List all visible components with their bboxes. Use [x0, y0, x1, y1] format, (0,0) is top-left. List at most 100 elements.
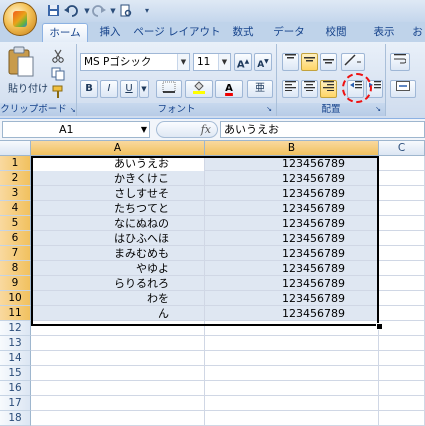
tab-data[interactable]: データ — [269, 23, 309, 42]
borders-button[interactable] — [156, 80, 182, 98]
cell-c[interactable] — [379, 246, 425, 261]
cell-c[interactable] — [379, 366, 425, 381]
cell-c[interactable] — [379, 381, 425, 396]
phonetic-button[interactable]: 亜 — [247, 80, 273, 98]
cell-a[interactable] — [31, 321, 205, 336]
align-bottom-button[interactable] — [320, 53, 337, 71]
cell-b[interactable] — [205, 336, 379, 351]
align-right-button[interactable] — [320, 80, 337, 98]
cell-c[interactable] — [379, 291, 425, 306]
tab-view[interactable]: 表示 — [364, 23, 404, 42]
bold-button[interactable]: B — [80, 80, 98, 98]
row-header[interactable]: 8 — [0, 261, 31, 276]
cell-b[interactable]: 123456789 — [205, 246, 379, 261]
save-icon[interactable] — [46, 4, 60, 18]
cell-a[interactable]: なにぬねの — [31, 216, 205, 231]
tab-formulas[interactable]: 数式 — [225, 23, 261, 42]
cell-c[interactable] — [379, 261, 425, 276]
cell-b[interactable]: 123456789 — [205, 231, 379, 246]
row-header[interactable]: 1 — [0, 156, 31, 171]
name-box[interactable]: A1 ▼ — [2, 121, 150, 138]
chevron-down-icon[interactable]: ▼ — [218, 54, 230, 70]
cell-c[interactable] — [379, 276, 425, 291]
cell-c[interactable] — [379, 321, 425, 336]
row-header[interactable]: 9 — [0, 276, 31, 291]
office-button[interactable] — [3, 2, 37, 36]
align-top-button[interactable] — [282, 53, 299, 71]
row-header[interactable]: 17 — [0, 396, 31, 411]
dialog-launcher-icon[interactable]: ↘ — [266, 103, 272, 116]
column-header-a[interactable]: A — [31, 141, 205, 156]
underline-button[interactable]: U — [120, 80, 138, 98]
cell-c[interactable] — [379, 186, 425, 201]
cell-b[interactable]: 123456789 — [205, 156, 379, 171]
cell-a[interactable]: かきくけこ — [31, 171, 205, 186]
column-header-c[interactable]: C — [379, 141, 425, 156]
orientation-button[interactable] — [341, 53, 365, 71]
font-color-button[interactable]: A — [215, 80, 243, 98]
dialog-launcher-icon[interactable]: ↘ — [375, 103, 381, 116]
paste-label[interactable]: 貼り付け — [8, 80, 48, 95]
cell-b[interactable] — [205, 366, 379, 381]
redo-icon[interactable] — [92, 4, 106, 18]
chevron-down-icon[interactable]: ▼ — [141, 122, 147, 137]
insert-function-pill[interactable]: fx — [156, 121, 218, 138]
cell-b[interactable] — [205, 411, 379, 426]
cell-c[interactable] — [379, 201, 425, 216]
customize-icon[interactable]: ▾ — [140, 4, 154, 18]
chevron-down-icon[interactable]: ▼ — [177, 54, 189, 70]
merge-center-button[interactable] — [390, 80, 416, 98]
cell-a[interactable]: さしすせそ — [31, 186, 205, 201]
cell-b[interactable]: 123456789 — [205, 261, 379, 276]
fill-color-button[interactable] — [185, 80, 213, 98]
underline-dropdown-icon[interactable]: ▼ — [139, 80, 149, 98]
cell-c[interactable] — [379, 156, 425, 171]
cell-c[interactable] — [379, 351, 425, 366]
cell-a[interactable]: やゆよ — [31, 261, 205, 276]
row-header[interactable]: 7 — [0, 246, 31, 261]
cell-b[interactable]: 123456789 — [205, 201, 379, 216]
dialog-launcher-icon[interactable]: ↘ — [70, 106, 76, 114]
row-header[interactable]: 3 — [0, 186, 31, 201]
cell-b[interactable]: 123456789 — [205, 306, 379, 321]
cell-a[interactable] — [31, 396, 205, 411]
row-header[interactable]: 14 — [0, 351, 31, 366]
cell-b[interactable]: 123456789 — [205, 276, 379, 291]
cell-a[interactable]: わを — [31, 291, 205, 306]
cell-c[interactable] — [379, 216, 425, 231]
cell-a[interactable]: はひふへほ — [31, 231, 205, 246]
cell-b[interactable]: 123456789 — [205, 216, 379, 231]
format-painter-icon[interactable] — [51, 85, 65, 99]
formula-input[interactable]: あいうえお — [220, 121, 425, 138]
cell-b[interactable] — [205, 381, 379, 396]
cell-b[interactable] — [205, 321, 379, 336]
font-size-combo[interactable]: 11 ▼ — [193, 53, 231, 71]
row-header[interactable]: 15 — [0, 366, 31, 381]
cell-b[interactable]: 123456789 — [205, 291, 379, 306]
tab-review[interactable]: 校閲 — [318, 23, 354, 42]
copy-icon[interactable] — [51, 67, 65, 81]
cell-a[interactable] — [31, 351, 205, 366]
cell-a[interactable] — [31, 381, 205, 396]
italic-button[interactable]: I — [100, 80, 118, 98]
row-header[interactable]: 13 — [0, 336, 31, 351]
grow-font-button[interactable]: A▲ — [234, 53, 252, 71]
row-header[interactable]: 6 — [0, 231, 31, 246]
tab-page-layout[interactable]: ページ レイアウト — [133, 23, 221, 42]
font-name-combo[interactable]: MS Pゴシック ▼ — [80, 53, 190, 71]
cell-b[interactable]: 123456789 — [205, 186, 379, 201]
undo-icon[interactable] — [64, 4, 78, 18]
row-header[interactable]: 11 — [0, 306, 31, 321]
shrink-font-button[interactable]: A▼ — [254, 53, 272, 71]
cell-c[interactable] — [379, 231, 425, 246]
cell-a[interactable]: たちつてと — [31, 201, 205, 216]
tab-home[interactable]: ホーム — [42, 23, 88, 42]
row-header[interactable]: 12 — [0, 321, 31, 336]
cell-a[interactable]: ん — [31, 306, 205, 321]
cell-c[interactable] — [379, 336, 425, 351]
select-all-corner[interactable] — [0, 141, 31, 156]
print-preview-icon[interactable] — [118, 4, 132, 18]
cut-icon[interactable] — [51, 49, 65, 63]
cell-c[interactable] — [379, 396, 425, 411]
cell-b[interactable] — [205, 351, 379, 366]
